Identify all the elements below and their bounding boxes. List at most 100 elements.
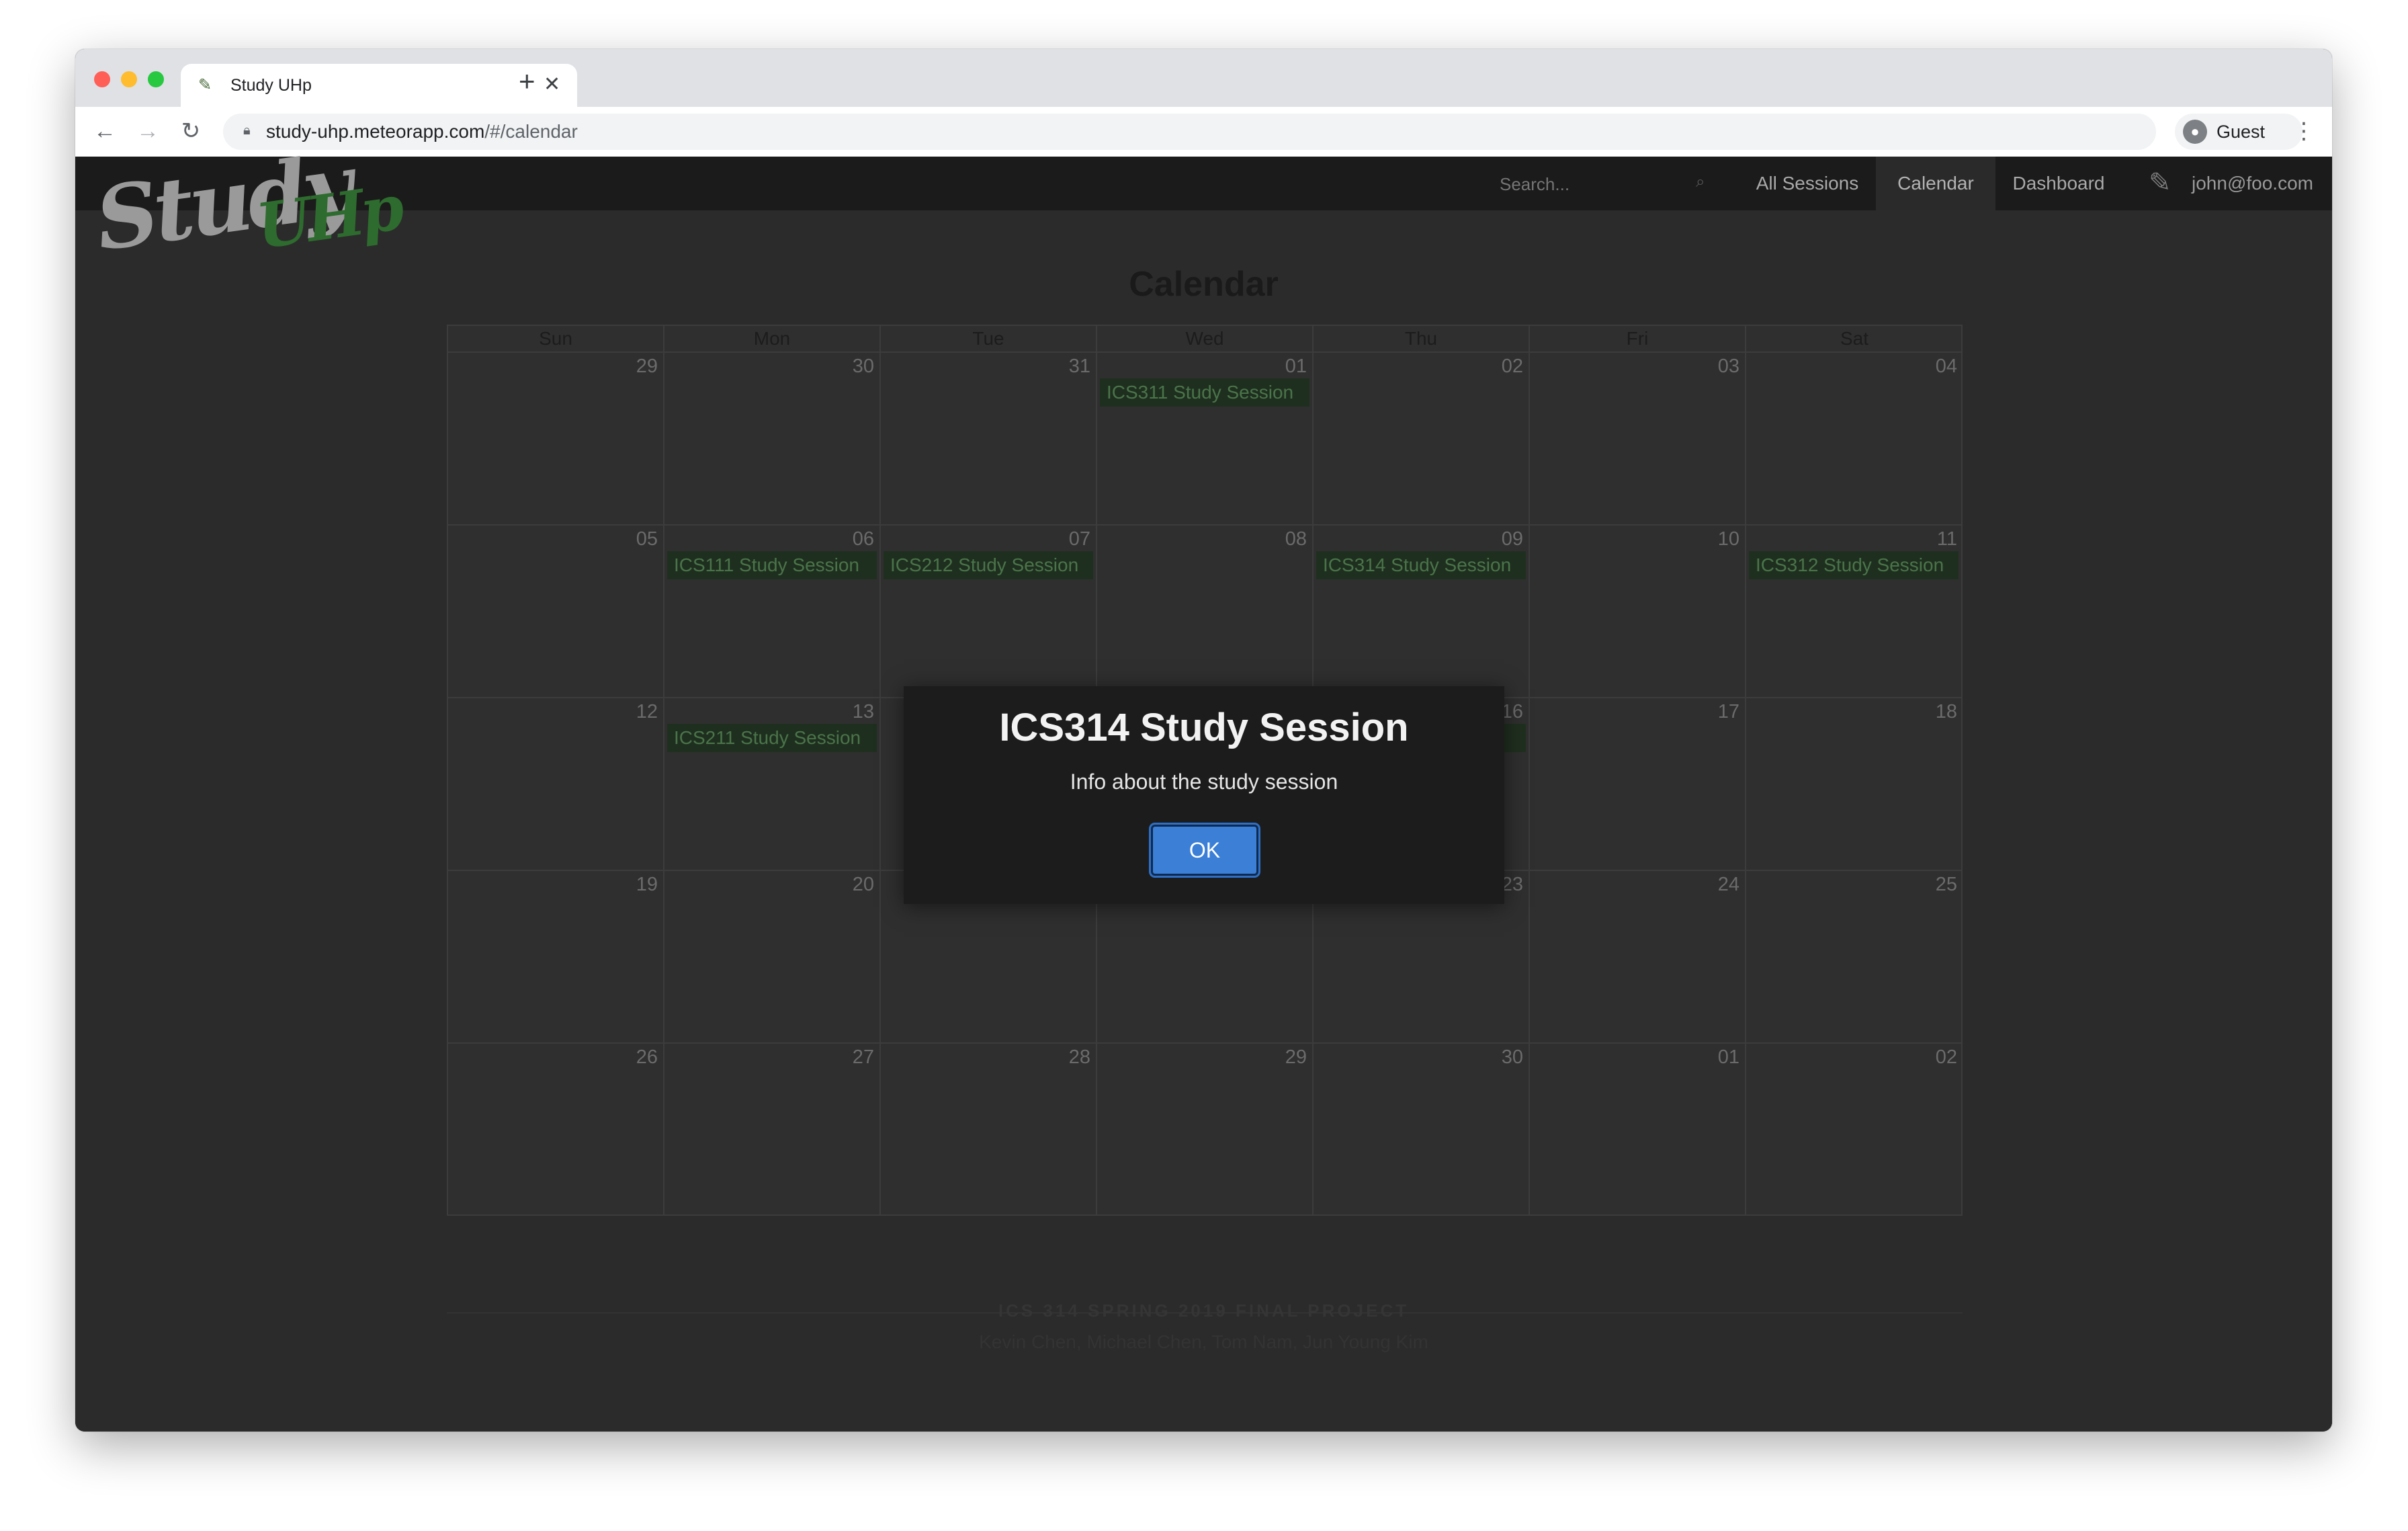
calendar-day-cell[interactable]: 02 (1314, 351, 1530, 524)
calendar-day-cell[interactable]: 01 ICS311 Study Session (1097, 351, 1314, 524)
calendar-day-cell[interactable]: 09 ICS314 Study Session (1314, 524, 1530, 697)
user-logo-icon: ✎ (2149, 168, 2172, 198)
calendar-day-cell[interactable]: 18 (1746, 697, 1963, 870)
calendar-day-cell[interactable]: 20 (664, 870, 881, 1042)
calendar-day-cell[interactable]: 30 (1314, 1042, 1530, 1215)
weekday-header: Mon (664, 326, 881, 351)
day-number: 19 (636, 874, 658, 895)
calendar-day-cell[interactable]: 29 (448, 351, 664, 524)
calendar-event[interactable]: ICS314 Study Session (1316, 551, 1526, 579)
modal-text: Info about the study session (1070, 770, 1338, 794)
day-number: 02 (1501, 356, 1523, 377)
window-maximize-button[interactable] (148, 71, 164, 87)
calendar-event[interactable]: ICS311 Study Session (1100, 378, 1309, 407)
calendar-day-cell[interactable]: 10 (1530, 524, 1746, 697)
day-number: 18 (1935, 701, 1957, 722)
calendar-day-cell[interactable]: 02 (1746, 1042, 1963, 1215)
lock-icon: 🔒︎ (243, 123, 251, 138)
footer-title: ICS 314 SPRING 2019 FINAL PROJECT (998, 1300, 1410, 1321)
day-number: 06 (852, 528, 874, 550)
profile-label: Guest (2217, 122, 2266, 142)
page-title: Calendar (1129, 265, 1279, 304)
day-number: 10 (1717, 528, 1739, 550)
browser-toolbar: ← → ↻ 🔒︎ study-uhp.meteorapp.com/#/calen… (75, 107, 2332, 157)
window-minimize-button[interactable] (121, 71, 137, 87)
day-number: 01 (1285, 356, 1307, 377)
day-number: 23 (1501, 874, 1523, 895)
user-email-menu[interactable]: john@foo.com (2192, 157, 2313, 210)
calendar-day-cell[interactable]: 03 (1530, 351, 1746, 524)
calendar-day-cell[interactable]: 04 (1746, 351, 1963, 524)
nav-dashboard[interactable]: Dashboard (1995, 157, 2122, 210)
url-host: study-uhp.meteorapp.com (266, 121, 485, 142)
day-number: 01 (1717, 1046, 1739, 1068)
day-number: 03 (1717, 356, 1739, 377)
new-tab-icon[interactable]: + (519, 67, 535, 95)
weekday-header-row: Sun Mon Tue Wed Thu Fri Sat (448, 326, 1961, 351)
calendar-day-cell[interactable]: 06 ICS111 Study Session (664, 524, 881, 697)
day-number: 16 (1501, 701, 1523, 722)
nav-calendar[interactable]: Calendar (1876, 157, 1995, 210)
window-close-button[interactable] (94, 71, 110, 87)
calendar-day-cell[interactable]: 26 (448, 1042, 664, 1215)
weekday-header: Sat (1840, 328, 1869, 349)
calendar-day-cell[interactable]: 08 (1097, 524, 1314, 697)
study-uhp-favicon-icon: ✎ (198, 76, 212, 94)
day-number: 26 (636, 1046, 658, 1068)
calendar-day-cell[interactable]: 30 (664, 351, 881, 524)
day-number: 13 (852, 701, 874, 722)
footer-credits: Kevin Chen, Michael Chen, Tom Nam, Jun Y… (979, 1331, 1428, 1352)
calendar-event[interactable]: ICS312 Study Session (1749, 551, 1959, 579)
day-number: 04 (1935, 356, 1957, 377)
day-number: 12 (636, 701, 658, 722)
day-number: 29 (636, 356, 658, 377)
day-number: 30 (852, 356, 874, 377)
day-number: 08 (1285, 528, 1307, 550)
forward-arrow-icon[interactable]: → (133, 116, 163, 146)
calendar-day-cell[interactable]: 31 (881, 351, 1097, 524)
profile-button[interactable]: ● Guest (2175, 114, 2303, 150)
browser-menu-icon[interactable]: ⋮ (2292, 116, 2315, 146)
day-number: 17 (1717, 701, 1739, 722)
weekday-header: Sun (448, 326, 664, 351)
day-number: 25 (1935, 874, 1957, 895)
calendar-event[interactable]: ICS212 Study Session (884, 551, 1093, 579)
calendar-day-cell[interactable]: 25 (1746, 870, 1963, 1042)
calendar-event[interactable]: ICS111 Study Session (667, 551, 877, 579)
tab-close-icon[interactable]: ✕ (544, 74, 560, 95)
day-number: 30 (1501, 1046, 1523, 1068)
calendar-day-cell[interactable]: 11 ICS312 Study Session (1746, 524, 1963, 697)
back-arrow-icon[interactable]: ← (90, 116, 120, 146)
weekday-header: Tue (881, 326, 1097, 351)
calendar-day-cell[interactable]: 17 (1530, 697, 1746, 870)
calendar-day-cell[interactable]: 28 (881, 1042, 1097, 1215)
browser-tab[interactable]: ✎ Study UHp ✕ (181, 64, 577, 107)
day-number: 09 (1501, 528, 1523, 550)
reload-icon[interactable]: ↻ (176, 116, 206, 146)
day-number: 29 (1285, 1046, 1307, 1068)
address-bar[interactable]: 🔒︎ study-uhp.meteorapp.com/#/calendar (223, 114, 2156, 150)
calendar-day-cell[interactable]: 24 (1530, 870, 1746, 1042)
search-input[interactable] (1498, 163, 1783, 205)
calendar-day-cell[interactable]: 29 (1097, 1042, 1314, 1215)
weekday-header: Wed (1097, 326, 1314, 351)
tab-title: Study UHp (230, 76, 312, 95)
calendar-day-cell[interactable]: 01 (1530, 1042, 1746, 1215)
calendar-day-cell[interactable]: 07 ICS212 Study Session (881, 524, 1097, 697)
day-number: 02 (1935, 1046, 1957, 1068)
calendar-day-cell[interactable]: 27 (664, 1042, 881, 1215)
day-number: 24 (1717, 874, 1739, 895)
calendar-event[interactable]: ICS211 Study Session (667, 724, 877, 752)
day-number: 20 (852, 874, 874, 895)
search-icon[interactable]: ⌕ (1696, 173, 1705, 192)
calendar-day-cell[interactable]: 12 (448, 697, 664, 870)
ok-button[interactable]: OK (1151, 825, 1258, 876)
nav-all-sessions[interactable]: All Sessions (1754, 157, 1861, 210)
url-path: /#/calendar (484, 121, 578, 142)
calendar-day-cell[interactable]: 05 (448, 524, 664, 697)
day-number: 11 (1936, 528, 1957, 550)
calendar-day-cell[interactable]: 13 ICS211 Study Session (664, 697, 881, 870)
calendar-day-cell[interactable]: 19 (448, 870, 664, 1042)
event-modal: ICS314 Study Session Info about the stud… (904, 686, 1504, 904)
browser-titlebar: ✎ Study UHp ✕ + (75, 49, 2332, 107)
